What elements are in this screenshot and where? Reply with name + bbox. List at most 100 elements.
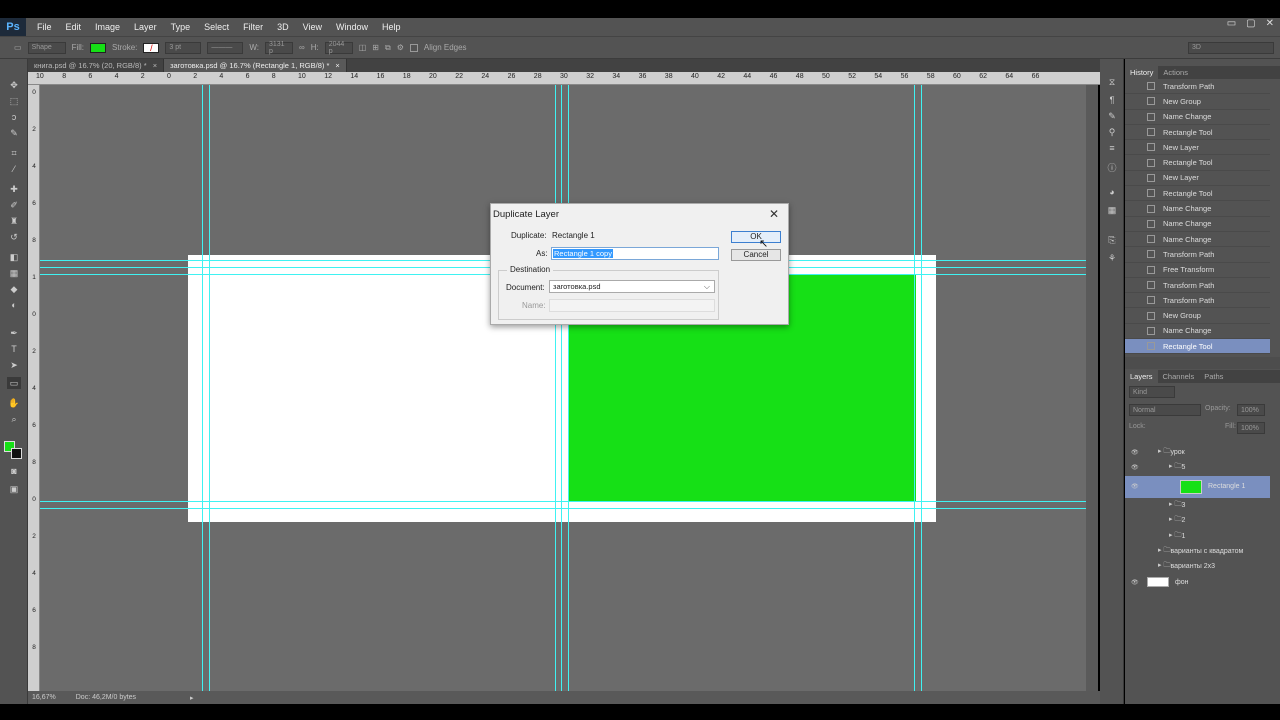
guide[interactable] <box>40 501 1086 502</box>
swatches-icon[interactable]: ▦ <box>1105 205 1119 217</box>
history-item[interactable]: New Layer <box>1125 171 1270 187</box>
folder-icon[interactable]: ▸ 🗀 <box>1158 561 1170 572</box>
ok-button[interactable]: OK <box>731 231 781 243</box>
close-icon[interactable]: ✕ <box>1266 18 1274 29</box>
menu-type[interactable]: Type <box>164 22 198 32</box>
history-item[interactable]: Name Change <box>1125 324 1270 340</box>
tab-actions[interactable]: Actions <box>1158 66 1193 79</box>
pen-tool-icon[interactable]: ✒ <box>7 327 21 339</box>
eraser-tool-icon[interactable]: ◧ <box>7 251 21 263</box>
menu-3d[interactable]: 3D <box>270 22 296 32</box>
type-tool-icon[interactable]: T <box>7 343 21 355</box>
levels-icon[interactable]: ≡ <box>1105 143 1119 155</box>
clone-source-icon[interactable]: ⎘ <box>1105 235 1119 247</box>
tab-channels[interactable]: Channels <box>1158 370 1200 383</box>
status-menu-arrow-icon[interactable]: ▸ <box>190 694 194 702</box>
minimize-icon[interactable]: ▭ <box>1227 18 1236 29</box>
document-select[interactable]: заготовка.psd ⌵ <box>549 280 715 293</box>
tab-zagotovka[interactable]: заготовка.psd @ 16.7% (Rectangle 1, RGB/… <box>164 59 347 72</box>
history-item[interactable]: New Layer <box>1125 140 1270 156</box>
close-icon[interactable]: × <box>335 61 339 70</box>
layer-row[interactable]: 👁 Rectangle 1 <box>1125 475 1270 498</box>
close-icon[interactable]: ✕ <box>769 207 779 221</box>
history-item[interactable]: Name Change <box>1125 232 1270 248</box>
rectangle-tool-icon[interactable]: ▭ <box>7 377 21 389</box>
layer-row[interactable]: ▸ 🗀 3 <box>1125 498 1270 513</box>
gradient-tool-icon[interactable]: ▦ <box>7 267 21 279</box>
folder-icon[interactable]: ▸ 🗀 <box>1158 546 1170 557</box>
stroke-none-swatch[interactable]: / <box>143 42 160 53</box>
opacity-field[interactable]: 100% <box>1237 404 1265 416</box>
link-icon[interactable]: ∞ <box>299 43 305 52</box>
eye-icon[interactable]: 👁 <box>1131 464 1139 471</box>
folder-icon[interactable]: ▸ 🗀 <box>1169 500 1181 511</box>
eye-icon[interactable]: 👁 <box>1131 449 1139 456</box>
color-icon[interactable]: ◕ <box>1105 187 1119 199</box>
eye-icon[interactable]: 👁 <box>1131 579 1139 586</box>
zoom-tool-icon[interactable]: ⌕ <box>7 413 21 425</box>
width-field[interactable]: 3131 p <box>265 41 293 55</box>
menu-help[interactable]: Help <box>375 22 408 32</box>
history-panel-icon[interactable]: ⧖ <box>1105 77 1119 89</box>
stroke-size-field[interactable]: 3 pt <box>165 41 202 54</box>
vertical-ruler[interactable]: 0246810246802468 <box>28 85 40 691</box>
gear-icon[interactable]: ⚙ <box>397 43 404 52</box>
align-edges-checkbox[interactable] <box>409 43 418 52</box>
path-alignment-icon[interactable]: ⊞ <box>372 43 379 52</box>
menu-layer[interactable]: Layer <box>127 22 164 32</box>
menu-window[interactable]: Window <box>329 22 375 32</box>
shape-mode-select[interactable]: Shape <box>27 41 66 54</box>
background-color-swatch[interactable] <box>11 448 22 459</box>
tab-layers[interactable]: Layers <box>1125 370 1158 383</box>
history-item[interactable]: Name Change <box>1125 110 1270 125</box>
brush-settings-icon[interactable]: ✎ <box>1105 111 1119 123</box>
layer-row[interactable]: ▸ 🗀 1 <box>1125 529 1270 544</box>
menu-view[interactable]: View <box>296 22 329 32</box>
history-item[interactable]: New Group <box>1125 94 1270 110</box>
marquee-tool-icon[interactable]: ⬚ <box>7 95 21 107</box>
folder-icon[interactable]: ▸ 🗀 <box>1169 462 1181 473</box>
horizontal-ruler[interactable]: 10 8 6 4 2 0 2 4 6 8 10 12 14 16 18 20 22 24 26 28 30 32 34 36 3… <box>28 72 1100 85</box>
layer-row[interactable]: ▸ 🗀 варианты с квадратом <box>1125 544 1270 559</box>
path-operations-icon[interactable]: ◫ <box>359 43 367 52</box>
guide[interactable] <box>555 85 556 691</box>
history-item[interactable]: Transform Path <box>1125 278 1270 294</box>
crop-tool-icon[interactable]: ⌗ <box>7 147 21 159</box>
history-item[interactable]: New Group <box>1125 308 1270 324</box>
tab-kniga[interactable]: книга.psd @ 16.7% (20, RGB/8) * × <box>28 59 165 72</box>
guide[interactable] <box>40 508 1086 509</box>
cancel-button[interactable]: Cancel <box>731 249 781 261</box>
menu-file[interactable]: File <box>30 22 59 32</box>
history-item[interactable]: Transform Path <box>1125 79 1270 95</box>
tab-history[interactable]: History <box>1125 66 1159 79</box>
eye-icon[interactable]: 👁 <box>1131 483 1139 490</box>
blur-tool-icon[interactable]: ◆ <box>7 283 21 295</box>
brush-tool-icon[interactable]: ✐ <box>7 199 21 211</box>
guide[interactable] <box>921 85 922 691</box>
folder-icon[interactable]: ▸ 🗀 <box>1158 447 1170 458</box>
guide[interactable] <box>561 85 562 691</box>
layer-row[interactable]: 👁 ▸ 🗀 урок <box>1125 445 1270 460</box>
menu-select[interactable]: Select <box>197 22 236 32</box>
history-item[interactable]: Free Transform <box>1125 263 1270 278</box>
as-name-input[interactable]: Rectangle 1 copy <box>551 247 719 260</box>
canvas-area[interactable] <box>40 85 1086 691</box>
history-item[interactable]: Transform Path <box>1125 247 1270 263</box>
layer-row[interactable]: 👁 ▸ 🗀 5 <box>1125 460 1270 475</box>
layer-row[interactable]: 👁 фон <box>1125 574 1270 589</box>
history-item[interactable]: Rectangle Tool <box>1125 339 1270 355</box>
history-item[interactable]: Rectangle Tool <box>1125 125 1270 141</box>
history-brush-tool-icon[interactable]: ↺ <box>7 231 21 243</box>
restore-icon[interactable]: ▢ <box>1246 18 1255 29</box>
guide[interactable] <box>202 85 203 691</box>
fill-field[interactable]: 100% <box>1237 422 1265 434</box>
screen-mode-icon[interactable]: ▣ <box>7 483 21 495</box>
rectangle-tool-icon[interactable]: ▭ <box>14 43 22 52</box>
stroke-type-select[interactable]: ——— <box>207 41 244 54</box>
history-item[interactable]: Rectangle Tool <box>1125 155 1270 171</box>
dodge-tool-icon[interactable]: ◐ <box>7 299 21 311</box>
eyedropper-tool-icon[interactable]: ⁄ <box>7 163 21 175</box>
path-arrangement-icon[interactable]: ⧉ <box>385 43 391 53</box>
layer-row[interactable]: ▸ 🗀 варианты 2х3 <box>1125 559 1270 574</box>
history-item[interactable]: Rectangle Tool <box>1125 186 1270 202</box>
